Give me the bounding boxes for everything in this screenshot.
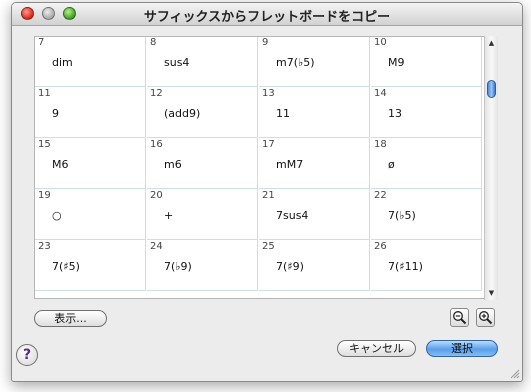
- window-title: サフィックスからフレットボードをコピー: [143, 10, 391, 25]
- cell-label: m6: [164, 158, 182, 171]
- scroll-thumb[interactable]: [487, 80, 496, 98]
- select-button[interactable]: 選択: [426, 340, 498, 357]
- suffix-cell[interactable]: 25 7(♯9): [259, 240, 370, 291]
- suffix-cell[interactable]: 19 ○: [35, 189, 146, 240]
- vertical-scrollbar[interactable]: ▲ ▼: [484, 36, 498, 300]
- cell-number: 18: [374, 139, 387, 150]
- suffix-cell[interactable]: 14 13: [371, 87, 482, 138]
- cell-label: ø: [388, 158, 395, 171]
- cell-label: 13: [388, 107, 402, 120]
- zoom-out-icon: [453, 311, 467, 325]
- suffix-cell[interactable]: 7 dim: [35, 37, 146, 87]
- suffix-cell[interactable]: 16 m6: [147, 138, 258, 189]
- cell-label: m7(♭5): [276, 56, 315, 69]
- show-button[interactable]: 表示...: [34, 310, 107, 327]
- cell-label: 7sus4: [276, 209, 309, 222]
- cell-label: dim: [52, 56, 73, 69]
- cell-number: 16: [150, 139, 163, 150]
- suffix-cell[interactable]: 13 11: [259, 87, 370, 138]
- scroll-up-arrow-icon[interactable]: ▲: [485, 38, 498, 48]
- suffix-cell[interactable]: 26 7(♯11): [371, 240, 482, 291]
- cell-label: M9: [388, 56, 405, 69]
- suffix-cell[interactable]: 23 7(♯5): [35, 240, 146, 291]
- cell-number: 24: [150, 241, 163, 252]
- cell-number: 14: [374, 88, 387, 99]
- cell-label: mM7: [276, 158, 304, 171]
- suffix-grid: 7 dim 8 sus4 9 m7(♭5) 10 M9 11 9 12 (add9) 13 11 14 13 1…: [34, 36, 498, 299]
- zoom-out-button[interactable]: [450, 308, 469, 327]
- cell-number: 7: [38, 37, 45, 48]
- zoom-in-icon: [479, 311, 493, 325]
- cell-label: 7(♭9): [164, 260, 192, 273]
- cell-number: 20: [150, 190, 163, 201]
- cell-number: 11: [38, 88, 51, 99]
- suffix-cell[interactable]: 10 M9: [371, 37, 482, 87]
- suffix-cell[interactable]: 15 M6: [35, 138, 146, 189]
- cell-number: 15: [38, 139, 51, 150]
- cell-number: 25: [262, 241, 275, 252]
- cell-number: 26: [374, 241, 387, 252]
- cell-label: M6: [52, 158, 69, 171]
- cell-label: 7(♭5): [388, 209, 416, 222]
- suffix-cell[interactable]: 11 9: [35, 87, 146, 138]
- suffix-cell[interactable]: 12 (add9): [147, 87, 258, 138]
- cancel-button[interactable]: キャンセル: [337, 340, 416, 357]
- cell-label: +: [164, 209, 174, 222]
- cell-label: sus4: [164, 56, 190, 69]
- cell-number: 19: [38, 190, 51, 201]
- cell-label: 7(♯11): [388, 260, 423, 273]
- resize-grip-icon[interactable]: [509, 368, 520, 379]
- dialog-window: サフィックスからフレットボードをコピー 7 dim 8 sus4 9 m7(♭5) 10 M9…: [11, 2, 523, 382]
- cell-label: 7(♯9): [276, 260, 304, 273]
- cell-number: 13: [262, 88, 275, 99]
- cell-number: 8: [150, 37, 157, 48]
- suffix-cell[interactable]: 21 7sus4: [259, 189, 370, 240]
- cell-number: 23: [38, 241, 51, 252]
- cell-label: 7(♯5): [52, 260, 80, 273]
- cell-number: 9: [262, 37, 269, 48]
- suffix-cell[interactable]: 24 7(♭9): [147, 240, 258, 291]
- cell-label: ○: [52, 209, 62, 222]
- suffix-cell[interactable]: 22 7(♭5): [371, 189, 482, 240]
- cell-label: 9: [52, 107, 59, 120]
- cell-number: 10: [374, 37, 387, 48]
- suffix-cell[interactable]: 17 mM7: [259, 138, 370, 189]
- cell-number: 21: [262, 190, 275, 201]
- cell-number: 17: [262, 139, 275, 150]
- cell-number: 12: [150, 88, 163, 99]
- zoom-in-button[interactable]: [476, 308, 495, 327]
- suffix-cell[interactable]: 18 ø: [371, 138, 482, 189]
- scroll-down-arrow-icon[interactable]: ▼: [485, 288, 498, 298]
- title-bar: サフィックスからフレットボードをコピー: [12, 3, 522, 26]
- cell-label: 11: [276, 107, 290, 120]
- suffix-cell[interactable]: 8 sus4: [147, 37, 258, 87]
- cell-number: 22: [374, 190, 387, 201]
- suffix-cell[interactable]: 9 m7(♭5): [259, 37, 370, 87]
- suffix-cell[interactable]: 20 +: [147, 189, 258, 240]
- help-button[interactable]: ?: [16, 344, 38, 366]
- cell-label: (add9): [164, 107, 201, 120]
